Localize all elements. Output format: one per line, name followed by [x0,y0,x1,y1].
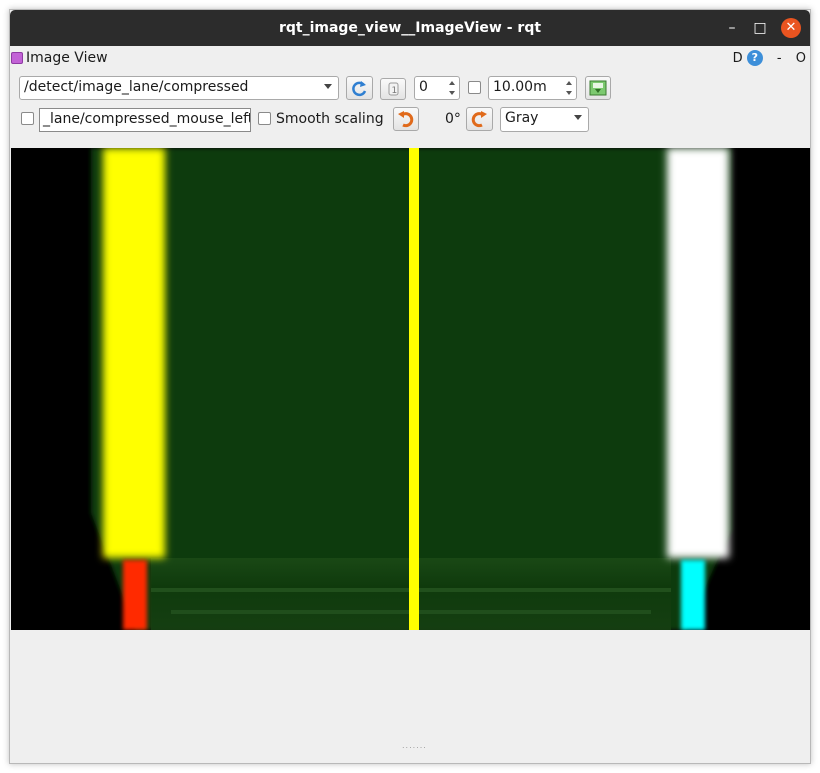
save-image-icon [589,80,607,96]
chevron-down-icon [324,84,332,89]
mouse-topic-field[interactable]: _lane/compressed_mouse_left [39,108,251,132]
frame-spinbox-value: 0 [419,79,428,95]
dock-title: Image View [26,50,108,66]
chevron-down-icon [574,115,582,120]
rotate-left-icon [398,111,414,128]
topic-select-value: /detect/image_lane/compressed [24,79,249,95]
left-lane-marking [103,148,165,558]
maximize-button[interactable]: □ [750,18,770,38]
dock-dash-button[interactable]: - [777,51,782,66]
topic-select[interactable]: /detect/image_lane/compressed [19,76,339,100]
resize-grip[interactable]: ....... [402,741,427,750]
dock-header: Image View D ? - O [10,48,810,70]
color-scheme-select[interactable]: Gray [500,107,589,132]
right-lane-marker [681,560,705,630]
spin-down-icon[interactable] [566,91,572,95]
rotation-value: 0° [445,111,461,127]
minimize-button[interactable]: – [722,18,742,38]
center-line [409,148,419,630]
window-title: rqt_image_view__ImageView - rqt [278,20,542,36]
zoom-original-button[interactable]: 1 [380,78,406,100]
image-canvas[interactable] [11,148,810,630]
color-scheme-value: Gray [505,110,539,126]
dock-d-button[interactable]: D [733,51,743,66]
save-image-button[interactable] [585,76,611,100]
image-view-icon [11,52,23,64]
rotate-right-icon [471,111,487,128]
spin-up-icon[interactable] [566,81,572,85]
left-lane-marker [123,560,147,630]
spin-up-icon[interactable] [449,81,455,85]
close-button[interactable]: ✕ [781,18,801,38]
smooth-scaling-checkbox[interactable] [258,112,271,125]
zoom-original-icon: 1 [388,82,399,96]
rotate-left-button[interactable] [393,107,419,131]
help-icon[interactable]: ? [746,50,763,66]
smooth-scaling-label: Smooth scaling [276,111,384,127]
mouse-publish-checkbox[interactable] [21,112,34,125]
refresh-button[interactable] [346,76,373,100]
title-bar[interactable]: rqt_image_view__ImageView - rqt – □ ✕ [10,10,810,46]
dock-close-button[interactable]: O [796,51,806,66]
timeout-spinbox-value: 10.00m [493,79,547,95]
refresh-icon [352,81,367,97]
right-lane-marking [667,148,729,558]
lane-image [11,148,810,630]
svg-text:1: 1 [392,86,398,96]
dock-controls: D ? - O [733,50,806,66]
frame-spinbox[interactable]: 0 [414,76,460,100]
rqt-window: rqt_image_view__ImageView - rqt – □ ✕ Im… [9,9,811,764]
spin-down-icon[interactable] [449,91,455,95]
timeout-checkbox[interactable] [468,81,481,94]
timeout-spinbox[interactable]: 10.00m [488,76,577,100]
rotate-right-button[interactable] [466,107,493,131]
